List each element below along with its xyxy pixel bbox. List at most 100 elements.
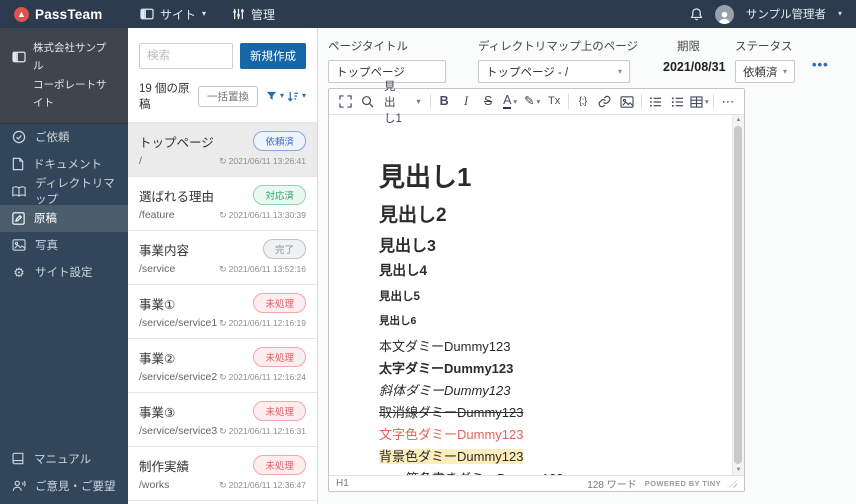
company-name: 株式会社サンプル	[33, 42, 107, 73]
sidebar-item-site-settings[interactable]: ⚙ サイト設定	[0, 259, 128, 286]
status-badge: 未処理	[253, 455, 306, 475]
user-avatar[interactable]	[714, 4, 734, 24]
scroll-up-arrow-icon[interactable]: ▲	[733, 115, 744, 125]
sidebar-item-drafts[interactable]: 原稿	[0, 204, 128, 232]
sidebar-item-directory-map[interactable]: ディレクトリマップ	[0, 178, 128, 206]
link-icon[interactable]	[594, 91, 616, 113]
status-select[interactable]: 依頼済 ▾	[735, 60, 795, 83]
brand-name: PassTeam	[35, 6, 103, 22]
clear-formatting-icon[interactable]: Tx	[543, 91, 565, 113]
user-name[interactable]: サンプル管理者	[746, 6, 826, 22]
deadline-label: 期限	[677, 41, 700, 53]
status-badge: 未処理	[253, 293, 306, 313]
sidebar-footer: マニュアル ご意見・ご要望	[0, 445, 128, 504]
bold-icon[interactable]: B	[433, 91, 455, 113]
sliders-icon	[232, 8, 245, 20]
status-label: ステータス	[735, 41, 793, 53]
form-more-actions-button[interactable]: •••	[812, 58, 829, 71]
heading-4: 見出し4	[379, 263, 428, 279]
notification-bell-icon[interactable]	[690, 7, 703, 21]
caret-down-icon: ▾	[617, 66, 622, 76]
background-color-icon[interactable]: ✎ ▾	[521, 91, 543, 113]
passteam-logo-icon: ▲	[14, 6, 29, 22]
nav-manage-menu[interactable]: 管理	[232, 6, 275, 23]
draft-list-item[interactable]: 制作実績 未処理 /works ↻ 2021/06/11 12:36:47	[128, 446, 317, 500]
insert-image-icon[interactable]	[616, 91, 638, 113]
top-nav: サイト ▾ 管理	[140, 6, 275, 23]
create-new-button[interactable]: 新規作成	[240, 43, 306, 69]
sidebar-item-feedback[interactable]: ご意見・ご要望	[0, 472, 128, 499]
resize-grip[interactable]	[729, 479, 737, 488]
sidebar: 株式会社サンプル コーポレートサイト ご依頼 ドキュメント ディレクトリマップ …	[0, 28, 128, 504]
caret-down-icon[interactable]: ▾	[302, 92, 306, 100]
topbar: ▲ PassTeam サイト ▾ 管理 サンプル管理者 ▾	[0, 0, 856, 28]
rich-text-editor: 見出し1 ▾ B I S A ▾ ✎ ▾ Tx {;} ▾ ⋯ 見出し1 見出し…	[328, 81, 745, 492]
draft-count: 19 個の原稿	[139, 83, 190, 111]
search-input[interactable]	[139, 43, 233, 69]
sort-icon[interactable]	[287, 91, 299, 102]
draft-path: /feature	[139, 209, 175, 221]
nav-manage-label: 管理	[251, 7, 276, 22]
caret-down-icon: ▾	[202, 9, 207, 18]
draft-list-item[interactable]: トップページ 依頼済 / ↻ 2021/06/11 13:26:41	[128, 122, 317, 176]
strikethrough-icon[interactable]: S	[477, 91, 499, 113]
draft-list-item[interactable]: 事業② 未処理 /service/service2 ↻ 2021/06/11 12:1…	[128, 338, 317, 392]
fullscreen-icon[interactable]	[334, 91, 356, 113]
draft-title: トップページ	[139, 135, 214, 150]
status-badge: 依頼済	[253, 131, 306, 151]
draft-list-item[interactable]: 事業① 未処理 /service/service1 ↻ 2021/06/11 12:1…	[128, 284, 317, 338]
search-icon[interactable]	[356, 91, 378, 113]
nav-site-menu[interactable]: サイト ▾	[140, 6, 206, 23]
directory-page-select[interactable]: トップページ - / ▾	[478, 60, 630, 83]
check-circle-icon	[12, 130, 26, 144]
sidebar-site-selector[interactable]: 株式会社サンプル コーポレートサイト	[0, 28, 128, 124]
element-path[interactable]: H1	[336, 478, 349, 489]
draft-list-panel: 新規作成 19 個の原稿 一括置換 ▾ ▾ トップページ 依頼済 / ↻2021/0…	[128, 28, 318, 504]
editor-content-area: 見出し1 見出し2 見出し3 見出し4 見出し5 見出し6 本文ダミーDummy…	[329, 115, 744, 475]
refresh-icon: ↻	[219, 371, 227, 382]
draft-list-item[interactable]: 制作実績（一覧）未処理 /works/category↻2021/06/11 1…	[128, 500, 317, 504]
editor-document[interactable]: 見出し1 見出し2 見出し3 見出し4 見出し5 見出し6 本文ダミーDummy…	[329, 115, 732, 475]
sidebar-item-label: ご意見・ご要望	[35, 480, 116, 493]
draft-title: 選ばれる理由	[139, 189, 215, 204]
editor-scrollbar[interactable]: ▲ ▼	[732, 115, 744, 475]
italic-icon[interactable]: I	[455, 91, 477, 113]
sidebar-item-manual[interactable]: マニュアル	[0, 445, 128, 472]
draft-title: 事業②	[139, 351, 176, 366]
sidebar-item-photos[interactable]: 写真	[0, 232, 128, 259]
scroll-down-arrow-icon[interactable]: ▼	[733, 465, 744, 475]
paragraph-bold: 太字ダミーDummy123	[379, 361, 514, 376]
code-sample-icon[interactable]: {;}	[572, 91, 594, 113]
bulk-replace-button[interactable]: 一括置換	[197, 85, 258, 107]
bullet-list-item: 箇条書きダミーDummy123	[406, 471, 732, 475]
numbered-list-icon[interactable]	[666, 91, 688, 113]
draft-list-item[interactable]: 事業③ 未処理 /service/service3 ↻ 2021/06/11 12:1…	[128, 392, 317, 446]
sidebar-item-label: ディレクトリマップ	[35, 178, 115, 206]
page-title-label: ページタイトル	[328, 41, 409, 53]
bullet-list: 箇条書きダミーDummy123	[379, 471, 732, 475]
toolbar-more-icon[interactable]: ⋯	[717, 91, 739, 113]
draft-list-item[interactable]: 選ばれる理由 対応済 /feature ↻ 2021/06/11 13:30:39	[128, 176, 317, 230]
bullet-list-icon[interactable]	[644, 91, 666, 113]
word-count[interactable]: 128 ワード	[587, 476, 636, 491]
person-voice-icon	[12, 479, 26, 492]
updated-timestamp: ↻ 2021/06/11 12:16:31	[219, 425, 306, 436]
status-badge: 未処理	[253, 401, 306, 421]
refresh-icon: ↻	[219, 425, 227, 436]
heading-5: 見出し5	[379, 290, 420, 303]
pencil-square-icon	[12, 211, 25, 225]
scrollbar-thumb[interactable]	[734, 126, 742, 464]
sidebar-item-documents[interactable]: ドキュメント	[0, 151, 128, 178]
draft-list: トップページ 依頼済 / ↻ 2021/06/11 13:26:41 選ばれる理由 対応…	[128, 122, 317, 504]
filter-funnel-icon[interactable]	[266, 91, 277, 102]
table-icon[interactable]: ▾	[688, 91, 710, 113]
draft-path: /service/service1	[139, 317, 218, 329]
draft-list-item[interactable]: 事業内容 完了 /service ↻ 2021/06/11 13:52:16	[128, 230, 317, 284]
brand[interactable]: ▲ PassTeam	[14, 6, 126, 22]
status-field: ステータス 依頼済 ▾	[735, 38, 795, 83]
text-color-icon[interactable]: A ▾	[499, 91, 521, 113]
caret-down-icon[interactable]: ▾	[838, 10, 842, 18]
caret-down-icon[interactable]: ▾	[280, 92, 284, 100]
refresh-icon: ↻	[219, 263, 227, 274]
sidebar-item-requests[interactable]: ご依頼	[0, 124, 128, 151]
